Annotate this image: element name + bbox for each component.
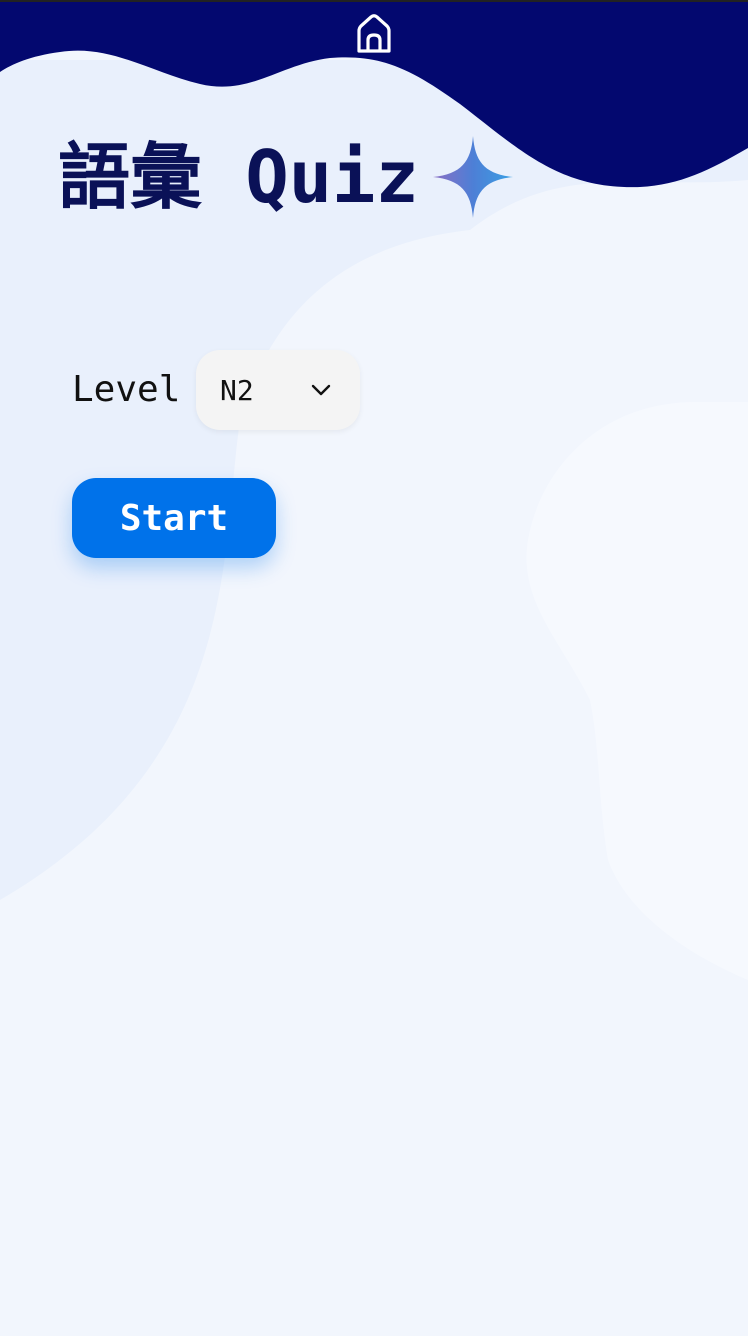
title-row: 語彙 Quiz bbox=[58, 136, 513, 218]
sparkle-icon bbox=[432, 136, 513, 218]
level-select-value: N2 bbox=[220, 373, 254, 407]
chevron-down-icon bbox=[311, 384, 331, 396]
level-label: Level bbox=[72, 369, 181, 410]
home-button[interactable] bbox=[348, 8, 400, 60]
home-icon bbox=[357, 14, 391, 53]
page-title: 語彙 Quiz bbox=[58, 135, 419, 219]
start-button[interactable]: Start bbox=[72, 478, 276, 558]
level-select[interactable]: N2 bbox=[196, 350, 360, 430]
top-border bbox=[0, 0, 748, 2]
